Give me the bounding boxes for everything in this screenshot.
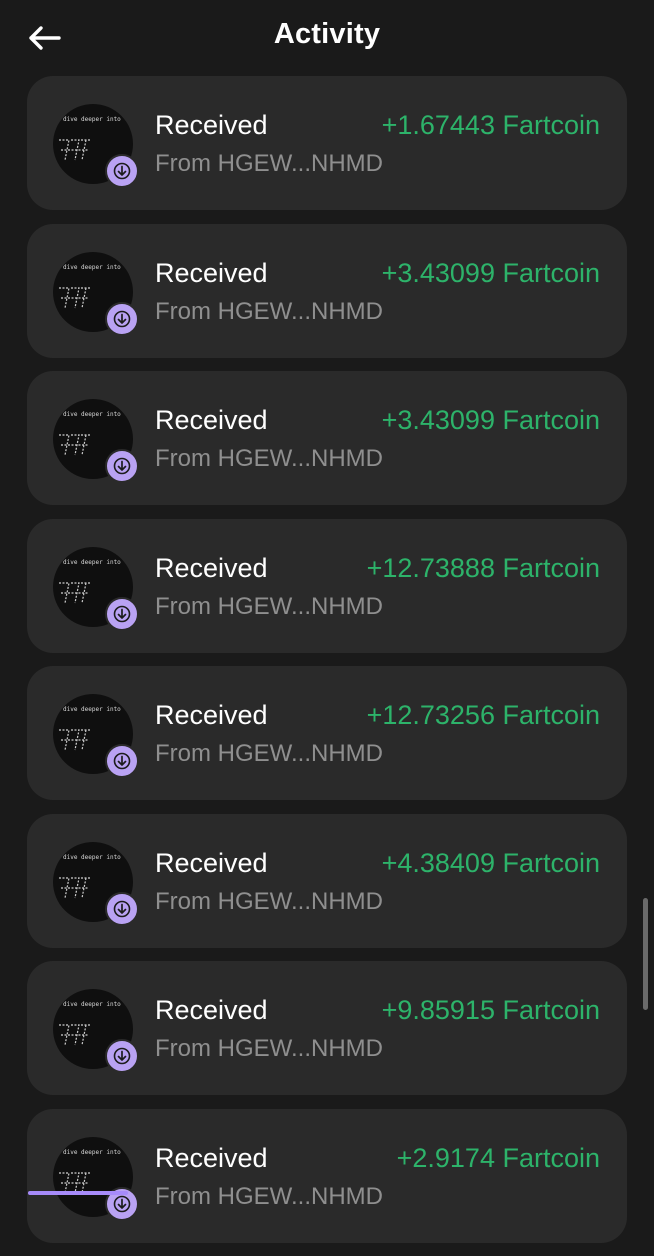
transaction-sender: From HGEW...NHMD [155,887,383,915]
transaction-type: Received [155,552,268,583]
avatar-caption: dive deeper into this [63,558,133,566]
transaction-amount: +9.85915 Fartcoin [381,995,600,1025]
avatar-art-icon [59,581,91,603]
transaction-amount: +12.73888 Fartcoin [366,552,600,583]
arrow-down-icon [113,310,131,327]
arrow-down-icon [113,900,131,917]
arrow-down-icon [113,1047,131,1065]
transaction-item[interactable]: dive deeper into this Received From HGEW… [27,223,627,358]
transaction-amount: +3.43099 Fartcoin [381,257,600,288]
avatar-art-icon [59,286,91,308]
received-badge [105,301,139,336]
transaction-type: Received [155,110,268,140]
transaction-type: Received [155,847,268,878]
transaction-type: Received [155,1142,268,1173]
transaction-amount: +4.38409 Fartcoin [381,847,600,878]
avatar-art-icon [59,729,91,751]
transaction-item[interactable]: dive deeper into this Received From HGEW… [27,813,627,948]
transaction-item[interactable]: dive deeper into this Received From HGEW… [27,666,627,800]
transaction-type: Received [155,700,268,730]
transaction-item[interactable]: dive deeper into this Received From HGEW… [27,961,627,1095]
received-badge [105,449,139,483]
avatar-caption: dive deeper into this [63,1148,133,1156]
received-badge [105,1039,139,1073]
transaction-sender: From HGEW...NHMD [155,150,383,177]
header-bar: Activity [0,0,654,76]
transaction-type: Received [155,405,268,435]
avatar-caption: dive deeper into this [63,1001,133,1008]
avatar-art-icon [59,139,91,161]
avatar-caption: dive deeper into this [63,116,133,123]
arrow-down-icon [113,1195,131,1212]
scrollbar[interactable] [643,898,648,1010]
token-avatar: dive deeper into this [53,251,139,336]
page-title: Activity [273,18,381,50]
avatar-caption: dive deeper into this [63,411,133,418]
transaction-item[interactable]: dive deeper into this Received From HGEW… [27,1108,627,1243]
transaction-type: Received [155,257,268,288]
transaction-amount: +3.43099 Fartcoin [381,405,600,435]
avatar-caption: dive deeper into this [63,263,133,271]
received-badge [105,154,139,188]
avatar-art-icon [59,434,91,456]
transaction-item[interactable]: dive deeper into this Received From HGEW… [27,76,627,210]
avatar-art-icon [59,1024,91,1046]
avatar-caption: dive deeper into this [63,853,133,861]
token-avatar: dive deeper into this [53,989,139,1073]
token-avatar: dive deeper into this [53,841,139,926]
received-badge [105,891,139,926]
token-avatar: dive deeper into this [53,104,139,188]
transaction-type: Received [155,995,268,1025]
received-badge [105,596,139,631]
transaction-amount: +12.73256 Fartcoin [366,700,600,730]
transaction-sender: From HGEW...NHMD [155,297,383,325]
transaction-sender: From HGEW...NHMD [155,1182,383,1210]
transaction-list: dive deeper into this Received From HGEW… [27,76,627,1256]
arrow-down-icon [113,457,131,475]
transaction-sender: From HGEW...NHMD [155,592,383,620]
avatar-art-icon [59,876,91,898]
transaction-amount: +1.67443 Fartcoin [381,110,600,140]
transaction-sender: From HGEW...NHMD [155,445,383,472]
avatar-caption: dive deeper into this [63,706,133,713]
transaction-item[interactable]: dive deeper into this Received From HGEW… [27,518,627,653]
arrow-down-icon [113,162,131,180]
transaction-sender: From HGEW...NHMD [155,740,383,767]
transaction-sender: From HGEW...NHMD [155,1035,383,1062]
transaction-amount: +2.9174 Fartcoin [396,1142,600,1173]
received-badge [105,744,139,778]
arrow-down-icon [113,752,131,770]
token-avatar: dive deeper into this [53,1136,139,1221]
home-indicator [28,1191,128,1195]
token-avatar: dive deeper into this [53,399,139,483]
transaction-item[interactable]: dive deeper into this Received From HGEW… [27,371,627,505]
token-avatar: dive deeper into this [53,546,139,631]
arrow-down-icon [113,605,131,622]
token-avatar: dive deeper into this [53,694,139,778]
